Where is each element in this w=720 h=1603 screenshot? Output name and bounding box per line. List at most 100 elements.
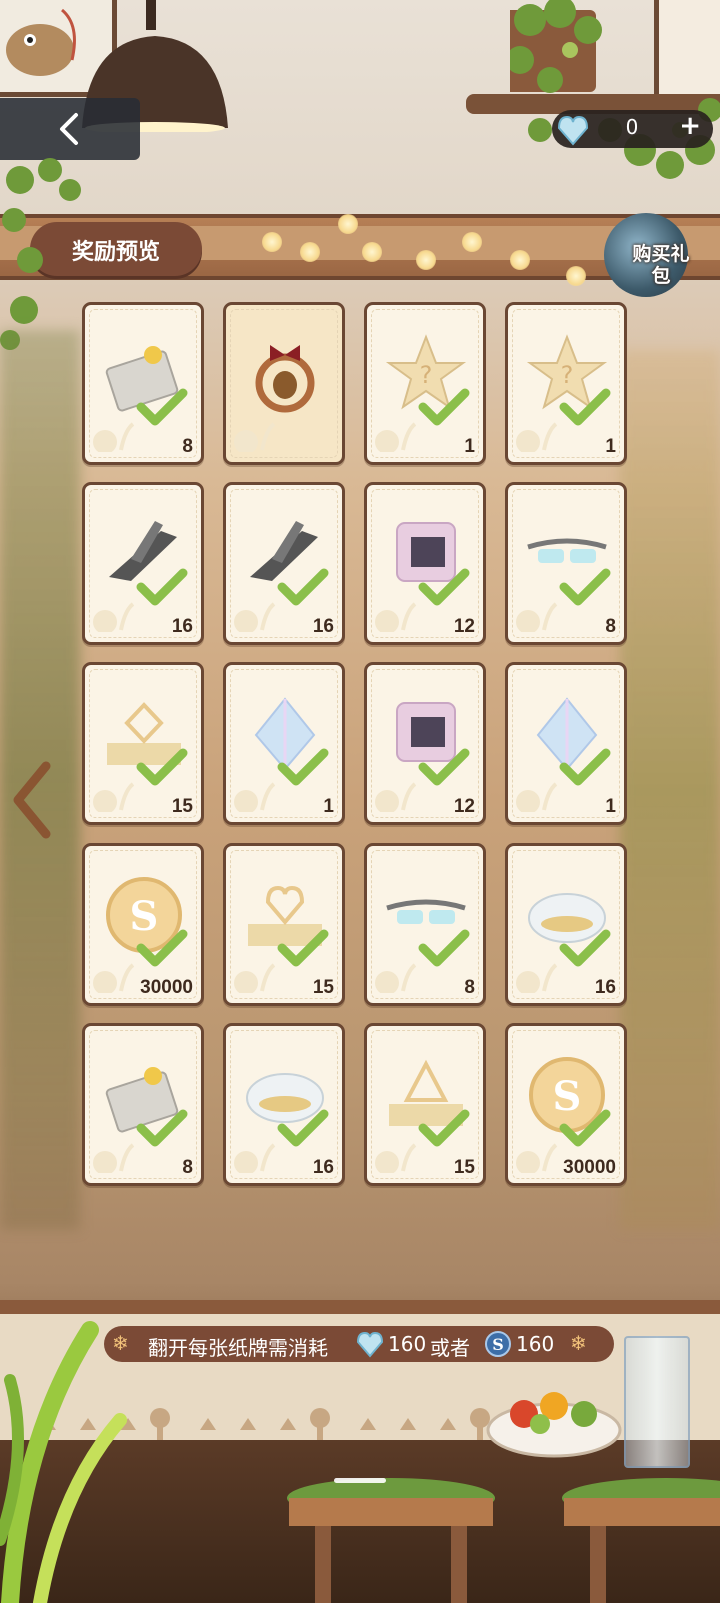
leaf-decoration-icon — [375, 963, 417, 993]
reward-card[interactable]: 1 — [505, 662, 627, 825]
reward-card[interactable]: 15 — [364, 1023, 486, 1186]
reward-quantity: 1 — [605, 436, 616, 457]
reward-card[interactable]: 16 — [223, 1023, 345, 1186]
reward-quantity: 1 — [605, 796, 616, 817]
stool-icon — [287, 1478, 495, 1603]
checkmark-icon — [277, 748, 329, 786]
reward-card[interactable]: 1 — [223, 662, 345, 825]
buy-gift-label: 购买礼包 — [632, 243, 690, 287]
checkmark-icon — [277, 1109, 329, 1147]
checkmark-icon — [136, 929, 188, 967]
reward-card[interactable]: ? 1 — [364, 302, 486, 465]
checkmark-icon — [418, 929, 470, 967]
water-glass-icon — [624, 1336, 690, 1468]
svg-text:?: ? — [420, 361, 433, 389]
fern-plant-icon — [0, 1321, 127, 1603]
leaf-decoration-icon — [516, 963, 558, 993]
hanging-plant-icon — [510, 0, 720, 179]
reward-quantity: 12 — [453, 616, 475, 637]
leaf-decoration-icon — [516, 1143, 558, 1173]
reward-quantity: 12 — [453, 796, 475, 817]
snowflake-icon: ❄ — [570, 1331, 587, 1355]
leaf-decoration-icon — [93, 782, 135, 812]
page-indicator — [334, 1478, 386, 1483]
cost-prefix-text: 翻开每张纸牌需消耗 — [148, 1336, 328, 1360]
leaf-decoration-icon — [234, 782, 276, 812]
checkmark-icon — [136, 568, 188, 606]
reward-card[interactable]: S 30000 — [505, 1023, 627, 1186]
reward-quantity: 8 — [182, 1157, 193, 1178]
stool-icon — [562, 1478, 720, 1603]
string-light-icon — [362, 242, 382, 262]
reward-card[interactable]: 12 — [364, 662, 486, 825]
reward-card[interactable]: 15 — [82, 662, 204, 825]
reward-card[interactable]: 15 — [223, 843, 345, 1006]
checkmark-icon — [559, 929, 611, 967]
cost-or-text: 或者 — [430, 1336, 470, 1360]
wreath-featured-icon — [255, 345, 315, 413]
cost-coin-value: 160 — [516, 1332, 555, 1356]
checkmark-icon — [418, 748, 470, 786]
reward-card[interactable]: 16 — [82, 482, 204, 645]
checkmark-icon — [136, 748, 188, 786]
leaf-decoration-icon — [516, 602, 558, 632]
checkmark-icon — [559, 388, 611, 426]
reward-card[interactable]: 8 — [505, 482, 627, 645]
add-currency-button[interactable]: + — [679, 111, 701, 141]
leaf-decoration-icon — [234, 963, 276, 993]
background-plant — [620, 350, 720, 1230]
reward-quantity: 15 — [171, 796, 193, 817]
string-light-icon — [462, 232, 482, 252]
checkmark-icon — [136, 1109, 188, 1147]
leaf-decoration-icon — [93, 1143, 135, 1173]
chevron-left-icon — [60, 113, 78, 145]
string-light-icon — [300, 242, 320, 262]
checkmark-icon — [559, 1109, 611, 1147]
leaf-decoration-icon — [93, 422, 135, 452]
checkmark-icon — [559, 568, 611, 606]
cost-info-bar: ❄ 翻开每张纸牌需消耗 160 或者 S 160 ❄ — [104, 1326, 614, 1362]
checkmark-icon — [418, 568, 470, 606]
reward-card[interactable]: 12 — [364, 482, 486, 645]
previous-page-arrow-icon[interactable] — [8, 760, 58, 840]
buy-gift-button[interactable]: 购买礼包 — [596, 205, 700, 300]
salad-bowl-icon — [486, 1392, 622, 1458]
leaf-decoration-icon — [375, 422, 417, 452]
reward-card[interactable] — [223, 302, 345, 465]
leaf-decoration-icon — [234, 422, 276, 452]
reward-quantity: 8 — [182, 436, 193, 457]
reward-quantity: 8 — [464, 977, 475, 998]
reward-quantity: 16 — [312, 616, 334, 637]
heart-gem-icon — [356, 1331, 384, 1358]
reward-card[interactable]: 8 — [364, 843, 486, 1006]
reward-card[interactable]: 8 — [82, 1023, 204, 1186]
leaf-decoration-icon — [375, 1143, 417, 1173]
leaf-decoration-icon — [516, 782, 558, 812]
checkmark-icon — [277, 568, 329, 606]
leaf-decoration-icon — [375, 782, 417, 812]
reward-quantity: 8 — [605, 616, 616, 637]
reward-card[interactable]: 16 — [505, 843, 627, 1006]
leaf-decoration-icon — [234, 602, 276, 632]
checkmark-icon — [418, 388, 470, 426]
string-light-icon — [510, 250, 530, 270]
reward-quantity: 16 — [171, 616, 193, 637]
reward-card[interactable]: S 30000 — [82, 843, 204, 1006]
cost-gem-value: 160 — [388, 1332, 427, 1356]
leaf-decoration-icon — [93, 602, 135, 632]
reward-card[interactable]: 8 — [82, 302, 204, 465]
svg-text:S: S — [492, 1335, 504, 1354]
leaf-decoration-icon — [93, 963, 135, 993]
leaf-decoration-icon — [516, 422, 558, 452]
reward-quantity: 1 — [323, 796, 334, 817]
reward-quantity: 30000 — [563, 1157, 616, 1178]
reward-card[interactable]: ? 1 — [505, 302, 627, 465]
reward-card[interactable]: 16 — [223, 482, 345, 645]
string-light-icon — [566, 266, 586, 286]
svg-text:?: ? — [561, 361, 574, 389]
reward-quantity: 16 — [594, 977, 616, 998]
reward-quantity: 15 — [312, 977, 334, 998]
s-coin-icon: S — [485, 1331, 511, 1357]
ivy-leaves-icon — [0, 158, 81, 350]
leaf-decoration-icon — [234, 1143, 276, 1173]
